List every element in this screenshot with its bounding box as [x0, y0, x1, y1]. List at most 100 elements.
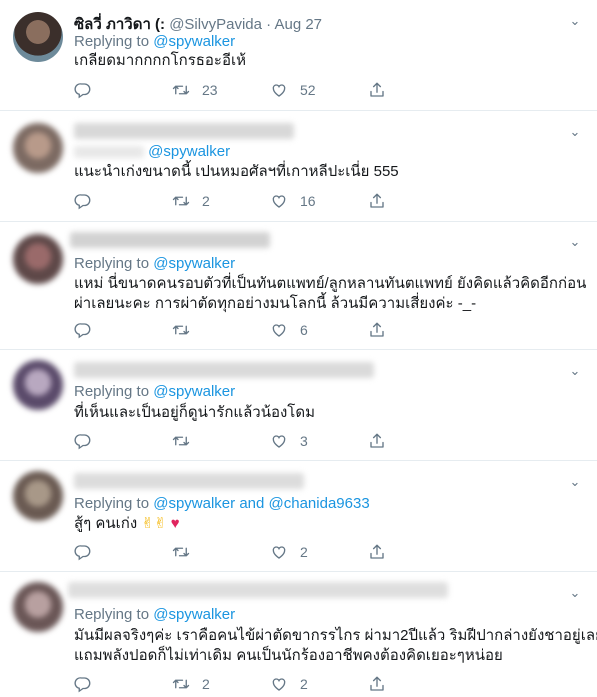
- tweet-text-line: ผ่าเลยนะคะ การผ่าตัดทุกอย่างมนโลกนี้ ล้ว…: [74, 295, 477, 312]
- replying-to: Replying to @spywalker: [74, 255, 235, 272]
- blurred-header: [70, 232, 270, 248]
- tweet-text-line: แหม่ นี่ขนาดคนรอบตัวที่เป็นทันตแพทย์/ลูก…: [74, 275, 587, 292]
- retweet-icon: [172, 192, 190, 210]
- reply-icon: [74, 432, 92, 450]
- blurred-header: [74, 473, 304, 489]
- reply-button[interactable]: [74, 674, 92, 694]
- tweet[interactable]: ⌄ Replying to @spywalker ที่เห็นและเป็นอ…: [0, 350, 597, 461]
- replying-to: Replying to @spywalker and @chanida9633: [74, 495, 370, 512]
- tweet-actions: 6: [74, 320, 394, 340]
- tweet[interactable]: ⌄ Replying to @spywalker and @chanida963…: [0, 461, 597, 572]
- retweet-button[interactable]: 23: [172, 80, 218, 100]
- share-button[interactable]: [368, 191, 386, 211]
- retweet-button[interactable]: 2: [172, 674, 210, 694]
- mention-link[interactable]: @spywalker: [153, 383, 235, 400]
- blurred-replying-label: [74, 146, 144, 158]
- retweet-button[interactable]: [172, 320, 190, 340]
- caret-down-icon[interactable]: ⌄: [568, 364, 582, 378]
- replying-to: Replying to @spywalker: [74, 383, 235, 400]
- mention-link[interactable]: @spywalker: [148, 143, 230, 160]
- tweet-text-line: มันมีผลจริงๆค่ะ เราคือคนไข้ผ่าตัดขากรรไก…: [74, 627, 597, 644]
- reply-button[interactable]: [74, 80, 92, 100]
- victory-hand-icon: ✌✌: [141, 515, 167, 532]
- mention-link[interactable]: @spywalker: [153, 495, 235, 512]
- share-icon: [368, 432, 386, 450]
- reply-button[interactable]: [74, 542, 92, 562]
- user-handle[interactable]: @SilvyPavida: [169, 16, 262, 33]
- mention-link[interactable]: @chanida9633: [269, 495, 370, 512]
- retweet-count: 23: [202, 82, 218, 98]
- tweet[interactable]: ⌄ Replying to @spywalker แหม่ นี่ขนาดคนร…: [0, 222, 597, 350]
- tweet-actions: 2: [74, 542, 394, 562]
- retweet-icon: [172, 81, 190, 99]
- replying-label: Replying to: [74, 255, 150, 272]
- replying-to: Replying to @spywalker: [74, 606, 235, 623]
- avatar[interactable]: [13, 360, 63, 410]
- share-button[interactable]: [368, 674, 386, 694]
- avatar[interactable]: [13, 12, 63, 62]
- reply-icon: [74, 675, 92, 693]
- avatar[interactable]: [13, 234, 63, 284]
- tweet-text: มันมีผลจริงๆค่ะ เราคือคนไข้ผ่าตัดขากรรไก…: [74, 626, 597, 666]
- retweet-icon: [172, 543, 190, 561]
- like-icon: [270, 432, 288, 450]
- replying-label: Replying to: [74, 33, 150, 50]
- mention-link[interactable]: @spywalker: [153, 255, 235, 272]
- retweet-count: 2: [202, 193, 210, 209]
- like-count: 52: [300, 82, 316, 98]
- retweet-button[interactable]: 2: [172, 191, 210, 211]
- like-count: 2: [300, 676, 308, 692]
- caret-down-icon[interactable]: ⌄: [568, 125, 582, 139]
- avatar[interactable]: [13, 471, 63, 521]
- like-button[interactable]: 6: [270, 320, 308, 340]
- like-count: 2: [300, 544, 308, 560]
- tweet-text: ที่เห็นและเป็นอยู่ก็ดูน่ารักแล้วน้องโดม: [74, 404, 315, 421]
- like-button[interactable]: 3: [270, 431, 308, 451]
- tweet-actions: 2 2: [74, 674, 394, 694]
- share-button[interactable]: [368, 431, 386, 451]
- caret-down-icon[interactable]: ⌄: [568, 235, 582, 249]
- caret-down-icon[interactable]: ⌄: [568, 475, 582, 489]
- mention-link[interactable]: @spywalker: [153, 33, 235, 50]
- tweet[interactable]: ⌄ @spywalker แนะนำเก่งขนาดนี้ เปนหมอศัลฯ…: [0, 111, 597, 222]
- tweet-date[interactable]: Aug 27: [274, 16, 322, 33]
- tweet-text: เกลียดมากกกกโกรธอะอีเห้: [74, 52, 247, 69]
- like-button[interactable]: 2: [270, 674, 308, 694]
- blurred-header: [74, 123, 294, 139]
- replying-label: Replying to: [74, 606, 150, 623]
- retweet-button[interactable]: [172, 542, 190, 562]
- mention-link[interactable]: @spywalker: [153, 606, 235, 623]
- caret-down-icon[interactable]: ⌄: [568, 586, 582, 600]
- display-name[interactable]: ซิลวี่ ภาวิดา (:: [74, 16, 165, 33]
- replying-to: @spywalker: [74, 143, 230, 160]
- red-heart-icon: ♥: [170, 515, 180, 532]
- reply-button[interactable]: [74, 431, 92, 451]
- tweet-text-body: สู้ๆ คนเก่ง: [74, 515, 138, 532]
- blurred-header: [74, 362, 374, 378]
- share-icon: [368, 543, 386, 561]
- caret-down-icon[interactable]: ⌄: [568, 14, 582, 28]
- like-icon: [270, 543, 288, 561]
- like-button[interactable]: 52: [270, 80, 316, 100]
- avatar[interactable]: [13, 582, 63, 632]
- like-icon: [270, 675, 288, 693]
- reply-button[interactable]: [74, 191, 92, 211]
- retweet-icon: [172, 432, 190, 450]
- share-icon: [368, 81, 386, 99]
- like-button[interactable]: 16: [270, 191, 316, 211]
- reply-button[interactable]: [74, 320, 92, 340]
- tweet-actions: 23 52: [74, 80, 394, 100]
- avatar[interactable]: [13, 123, 63, 173]
- share-icon: [368, 192, 386, 210]
- share-button[interactable]: [368, 80, 386, 100]
- share-button[interactable]: [368, 542, 386, 562]
- tweet[interactable]: ซิลวี่ ภาวิดา (: @SilvyPavida · Aug 27 ⌄…: [0, 0, 597, 111]
- share-button[interactable]: [368, 320, 386, 340]
- blurred-header: [68, 582, 448, 598]
- retweet-button[interactable]: [172, 431, 190, 451]
- like-icon: [270, 321, 288, 339]
- reply-icon: [74, 543, 92, 561]
- share-icon: [368, 321, 386, 339]
- tweet[interactable]: ⌄ Replying to @spywalker มันมีผลจริงๆค่ะ…: [0, 572, 597, 697]
- like-button[interactable]: 2: [270, 542, 308, 562]
